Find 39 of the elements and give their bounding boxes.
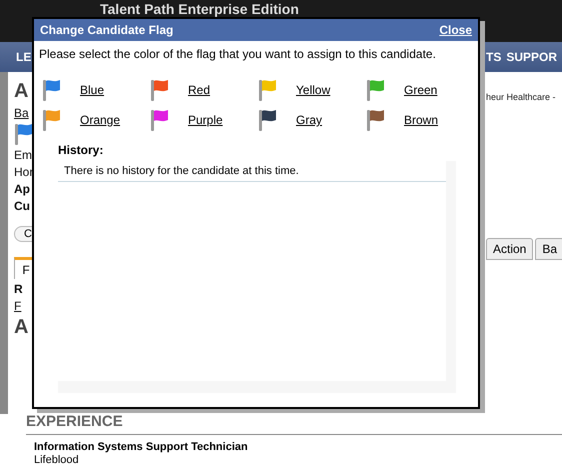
- section-title: EXPERIENCE: [26, 414, 562, 435]
- heading: A: [14, 80, 30, 103]
- job-title: Information Systems Support Technician: [33, 441, 249, 454]
- employer: Lifeblood: [33, 454, 80, 467]
- tab[interactable]: Ba: [535, 238, 562, 260]
- flag-icon: [258, 79, 278, 101]
- text: Em: [14, 148, 33, 162]
- app-title: Talent Path Enterprise Edition: [99, 1, 299, 17]
- flag-link[interactable]: Green: [404, 83, 438, 97]
- flag-link[interactable]: Orange: [80, 113, 120, 127]
- heading: A: [14, 316, 30, 339]
- flag-icon: [42, 109, 62, 131]
- nav-item[interactable]: LE: [16, 50, 32, 64]
- nav-item[interactable]: SUPPOR: [506, 50, 558, 64]
- flag-icon: [150, 79, 170, 101]
- flag-icon: [150, 109, 170, 131]
- flag-link[interactable]: Gray: [296, 113, 322, 127]
- flag-link[interactable]: Purple: [188, 113, 223, 127]
- flag-link[interactable]: Yellow: [296, 83, 330, 97]
- text: Ap: [14, 182, 31, 196]
- flag-link[interactable]: Brown: [404, 113, 438, 127]
- text: R: [14, 282, 24, 296]
- dialog-title: Change Candidate Flag: [40, 23, 174, 37]
- history-label: History:: [57, 142, 104, 159]
- text: Cu: [14, 199, 31, 213]
- nav-item[interactable]: TS: [486, 50, 502, 64]
- tab[interactable]: Action: [486, 238, 534, 260]
- breadcrumb: heur Healthcare -: [486, 92, 557, 102]
- text: Hor: [14, 165, 34, 179]
- flag-icon: [258, 109, 278, 131]
- flag-icon: [14, 123, 34, 145]
- close-link[interactable]: Close: [439, 23, 472, 37]
- prompt-text: Please select the color of the flag that you want to assign to this candidate.: [38, 46, 437, 63]
- flag-icon: [366, 79, 386, 101]
- flag-icon: [366, 109, 386, 131]
- flag-link[interactable]: Red: [188, 83, 210, 97]
- flag-link[interactable]: Blue: [80, 83, 104, 97]
- flag-icon: [42, 79, 62, 101]
- history-row: There is no history for the candidate at this time.: [58, 161, 446, 182]
